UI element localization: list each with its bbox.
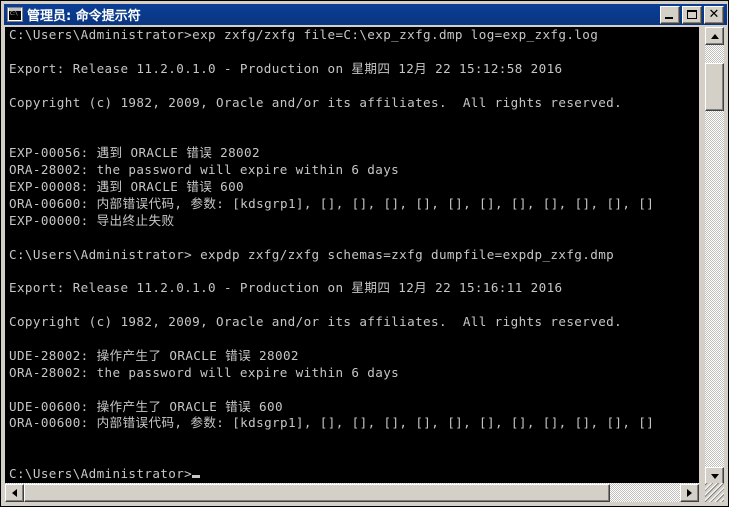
console-line: UDE-00600: 操作产生了 ORACLE 错误 600: [9, 398, 283, 414]
console-line: EXP-00056: 遇到 ORACLE 错误 28002: [9, 145, 260, 161]
scroll-left-button[interactable]: [5, 484, 24, 502]
console-line: ORA-00600: 内部错误代码, 参数: [kdsgrp1], [], []…: [9, 195, 655, 211]
chevron-right-icon: [687, 489, 692, 497]
console-line: Export: Release 11.2.0.1.0 - Production …: [9, 60, 563, 76]
scroll-up-button[interactable]: [705, 27, 724, 45]
chevron-up-icon: [710, 33, 719, 39]
console-line: C:\Users\Administrator> expdp zxfg/zxfg …: [9, 246, 615, 262]
chevron-left-icon: [12, 489, 17, 497]
horizontal-scrollbar-thumb[interactable]: [24, 484, 610, 502]
command-prompt-window: C:\ 管理员: 命令提示符 ✕ C:\Users\Administrator>…: [0, 0, 729, 507]
maximize-button[interactable]: [682, 5, 702, 24]
console-line: Copyright (c) 1982, 2009, Oracle and/or …: [9, 314, 623, 330]
console-line: ORA-00600: 内部错误代码, 参数: [kdsgrp1], [], []…: [9, 415, 655, 431]
resize-grip[interactable]: [705, 483, 724, 502]
console-output-area[interactable]: C:\Users\Administrator>exp zxfg/zxfg fil…: [5, 27, 699, 485]
minimize-icon: [665, 16, 673, 19]
minimize-button[interactable]: [660, 5, 680, 24]
console-line: ORA-28002: the password will expire with…: [9, 162, 400, 178]
window-title: 管理员: 命令提示符: [27, 9, 141, 24]
console-line: ORA-28002: the password will expire with…: [9, 364, 400, 380]
console-text: C:\Users\Administrator>exp zxfg/zxfg fil…: [9, 27, 654, 483]
close-button[interactable]: ✕: [704, 5, 724, 24]
icon-screen-text: C:\: [9, 11, 21, 20]
maximize-icon: [687, 10, 697, 19]
title-bar[interactable]: C:\ 管理员: 命令提示符 ✕: [4, 4, 727, 25]
console-line: UDE-28002: 操作产生了 ORACLE 错误 28002: [9, 347, 299, 363]
console-line: C:\Users\Administrator>: [9, 466, 654, 483]
vertical-scrollbar-thumb[interactable]: [705, 63, 724, 111]
console-line: Copyright (c) 1982, 2009, Oracle and/or …: [9, 94, 623, 110]
console-line: EXP-00000: 导出终止失败: [9, 212, 175, 228]
console-window-icon[interactable]: C:\: [7, 7, 23, 22]
console-line: Export: Release 11.2.0.1.0 - Production …: [9, 280, 563, 296]
console-line: C:\Users\Administrator>exp zxfg/zxfg fil…: [9, 27, 599, 42]
scroll-right-button[interactable]: [680, 484, 699, 502]
text-cursor: [192, 475, 201, 479]
chevron-down-icon: [710, 473, 719, 479]
caption-button-group: ✕: [660, 5, 724, 24]
console-line: EXP-00008: 遇到 ORACLE 错误 600: [9, 179, 245, 195]
close-icon: ✕: [708, 6, 720, 22]
